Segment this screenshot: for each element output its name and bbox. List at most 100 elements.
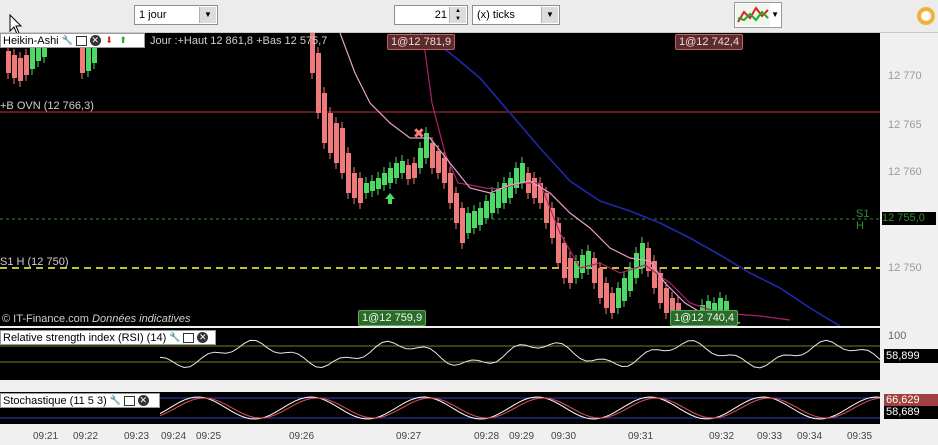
- wrench-icon[interactable]: 🔧: [110, 395, 121, 406]
- candle-body: [484, 201, 489, 218]
- period-select-value: 1 jour: [139, 9, 167, 21]
- candle-body: [448, 173, 453, 203]
- candle-body: [394, 163, 399, 178]
- x-tick: 09:23: [124, 431, 150, 442]
- candle-body: [6, 51, 11, 73]
- candle-body: [424, 133, 429, 158]
- y-tick: 100: [888, 330, 907, 342]
- rsi-value: 58,899: [884, 349, 938, 363]
- candle-body: [574, 261, 579, 278]
- indicator-title: Heikin-Ashi: [3, 34, 59, 47]
- candle-body: [460, 208, 465, 243]
- s1-right-value: 12 755,0: [882, 212, 936, 225]
- candle-body: [18, 58, 23, 81]
- stochastic-panel[interactable]: Stochastique (11 5 3) 🔧 ✕: [0, 392, 880, 424]
- cross-marker-icon: ✖: [413, 126, 425, 142]
- copyright-text: © IT-Finance.com: [2, 313, 89, 325]
- up-arrow-icon: [385, 193, 395, 204]
- chart-type-icon: [736, 4, 770, 26]
- alert-icon[interactable]: [916, 5, 936, 27]
- candle-body: [628, 268, 633, 291]
- candle-body: [328, 113, 333, 153]
- toolbar: 1 jour ▼ 21 ▲ ▼ (x) ticks ▼ ▼: [0, 0, 938, 35]
- candle-body: [406, 165, 411, 179]
- ticks-stepper-value: 21: [434, 9, 447, 21]
- move-up-icon[interactable]: ⬆: [118, 35, 129, 46]
- candle-body: [640, 243, 645, 268]
- time-axis: 09:21 09:22 09:23 09:24 09:25 09:26 09:2…: [0, 426, 938, 445]
- x-tick: 09:29: [509, 431, 535, 442]
- x-tick: 09:35: [847, 431, 873, 442]
- wrench-icon[interactable]: 🔧: [169, 332, 180, 343]
- candle-body: [346, 153, 351, 193]
- price-chart-canvas: ✖: [0, 33, 880, 326]
- wrench-icon[interactable]: 🔧: [62, 35, 73, 46]
- chevron-down-icon[interactable]: ▼: [199, 7, 216, 23]
- stoch-title: Stochastique (11 5 3): [3, 394, 107, 407]
- move-down-icon[interactable]: ⬇: [104, 35, 115, 46]
- window-icon[interactable]: [123, 395, 135, 406]
- y-tick: 12 760: [888, 166, 922, 178]
- stepper-arrows-icon[interactable]: ▲ ▼: [449, 7, 466, 23]
- candle-body: [430, 143, 435, 168]
- candle-body: [508, 178, 513, 198]
- info-line: Jour :+Haut 12 861,8 +Bas 12 575,7: [150, 35, 328, 47]
- candle-body: [86, 48, 91, 71]
- candle-body: [562, 243, 567, 278]
- stoch-d-line: [159, 397, 880, 419]
- candle-body: [454, 193, 459, 223]
- ticks-stepper[interactable]: 21 ▲ ▼: [394, 5, 468, 25]
- x-tick: 09:22: [73, 431, 99, 442]
- trade-tag[interactable]: 1@12 742,4: [675, 34, 744, 50]
- chevron-down-icon[interactable]: ▼: [541, 7, 558, 23]
- s1-label: S1 H (12 750): [0, 256, 69, 268]
- candle-body: [532, 178, 537, 198]
- period-select[interactable]: 1 jour ▼: [134, 5, 218, 25]
- trade-tag[interactable]: 1@12 759,9: [358, 310, 427, 326]
- candle-body: [610, 293, 615, 313]
- candle-body: [568, 258, 573, 283]
- x-tick: 09:31: [628, 431, 654, 442]
- y-tick: 12 750: [888, 262, 922, 274]
- close-icon[interactable]: ✕: [137, 395, 149, 406]
- candle-body: [598, 268, 603, 298]
- candle-body: [358, 178, 363, 203]
- trade-tag[interactable]: 1@12 781,9: [387, 34, 456, 50]
- candle-body: [12, 55, 17, 78]
- ovn-label: +B OVN (12 766,3): [0, 100, 94, 112]
- candle-body: [334, 123, 339, 163]
- candle-body: [388, 168, 393, 183]
- price-chart-panel[interactable]: ✖ Heikin-Ashi 🔧 ✕ ⬇ ⬆ Jour :+Haut 12 861…: [0, 33, 880, 326]
- close-icon[interactable]: ✕: [197, 332, 209, 343]
- window-icon[interactable]: [183, 332, 195, 343]
- stoch-header: Stochastique (11 5 3) 🔧 ✕: [0, 393, 160, 408]
- indicator-header: Heikin-Ashi 🔧 ✕ ⬇ ⬆: [0, 33, 145, 48]
- stoch-k-line: [159, 396, 880, 420]
- x-tick: 09:26: [289, 431, 315, 442]
- s1-right-label: S1 H: [856, 208, 870, 232]
- x-tick: 09:32: [709, 431, 735, 442]
- x-tick: 09:30: [551, 431, 577, 442]
- close-icon[interactable]: ✕: [89, 35, 101, 46]
- x-tick: 09:33: [757, 431, 783, 442]
- disclaimer-text: Données indicatives: [92, 313, 191, 325]
- stoch-value-bottom: 58,689: [884, 406, 938, 419]
- candle-body: [496, 188, 501, 208]
- y-tick: 12 765: [888, 119, 922, 131]
- trade-tag[interactable]: 1@12 740,4: [670, 310, 739, 326]
- window-icon[interactable]: [75, 35, 87, 46]
- rsi-header: Relative strength index (RSI) (14) 🔧 ✕: [0, 330, 216, 345]
- candle-body: [550, 208, 555, 238]
- candle-body: [352, 173, 357, 198]
- candle-body: [412, 163, 417, 178]
- candle-body: [436, 151, 441, 173]
- rsi-panel[interactable]: Relative strength index (RSI) (14) 🔧 ✕: [0, 328, 880, 380]
- price-axis: 12 770 12 765 12 760 12 755,0 12 750 100: [880, 33, 938, 342]
- candle-body: [364, 183, 369, 193]
- candle-body: [24, 55, 29, 75]
- stoch-value-top: 66,629: [884, 394, 938, 406]
- x-tick: 09:34: [797, 431, 823, 442]
- chevron-down-icon[interactable]: ▼: [771, 10, 779, 19]
- chart-type-button[interactable]: ▼: [734, 2, 782, 28]
- ticks-unit-select[interactable]: (x) ticks ▼: [472, 5, 560, 25]
